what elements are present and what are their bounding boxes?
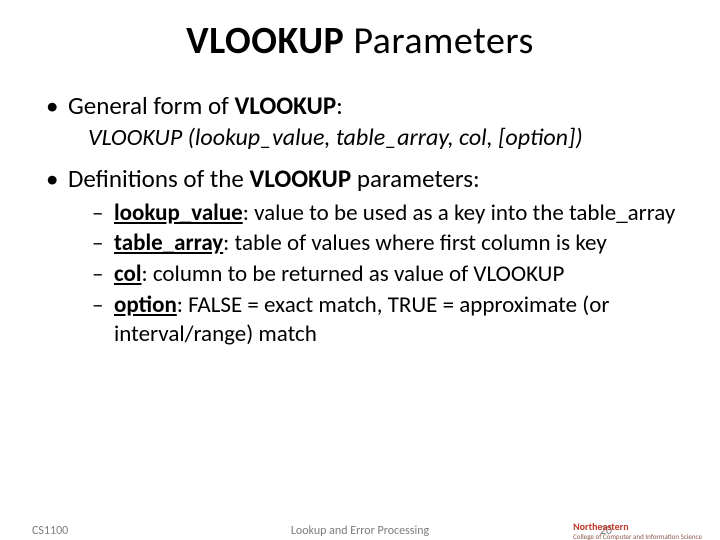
def-col: col: column to be returned as value of V… xyxy=(68,260,680,289)
term-lookup-value: lookup_value xyxy=(114,199,243,227)
b1-pre: General form of xyxy=(68,90,234,121)
b2-post: parameters: xyxy=(351,163,480,194)
text-lookup-value: : value to be used as a key into the tab… xyxy=(243,199,676,227)
footer-logo: Northeastern College of Computer and Inf… xyxy=(573,522,702,540)
slide-title: VLOOKUP Parameters xyxy=(0,18,720,64)
text-table-array: : table of values where first column is … xyxy=(223,229,607,257)
b1-bold: VLOOKUP xyxy=(234,90,336,121)
term-col: col xyxy=(114,260,142,288)
logo-sub: College of Computer and Information Scie… xyxy=(573,533,702,540)
title-bold: VLOOKUP xyxy=(186,18,344,64)
text-col: : column to be returned as value of VLOO… xyxy=(142,260,565,288)
def-table-array: table_array: table of values where first… xyxy=(68,229,680,258)
b1-post: : xyxy=(336,90,343,121)
definition-list: lookup_value: value to be used as a key … xyxy=(68,199,680,349)
term-table-array: table_array xyxy=(114,229,223,257)
b2-pre: Definitions of the xyxy=(68,163,249,194)
def-option: option: FALSE = exact match, TRUE = appr… xyxy=(68,291,680,349)
def-lookup-value: lookup_value: value to be used as a key … xyxy=(68,199,680,228)
bullet-definitions: Definitions of the VLOOKUP parameters: l… xyxy=(40,163,680,348)
slide: VLOOKUP Parameters General form of VLOOK… xyxy=(0,18,720,540)
bullet-general-form: General form of VLOOKUP: xyxy=(40,90,680,121)
title-rest: Parameters xyxy=(344,18,534,64)
text-option: : FALSE = exact match, TRUE = approximat… xyxy=(114,291,609,348)
syntax-line: VLOOKUP (lookup_value, table_array, col,… xyxy=(88,123,680,153)
bullet-list: General form of VLOOKUP: VLOOKUP (lookup… xyxy=(40,90,680,348)
slide-body: General form of VLOOKUP: VLOOKUP (lookup… xyxy=(40,90,680,348)
term-option: option xyxy=(114,291,177,319)
b2-bold: VLOOKUP xyxy=(249,163,351,194)
